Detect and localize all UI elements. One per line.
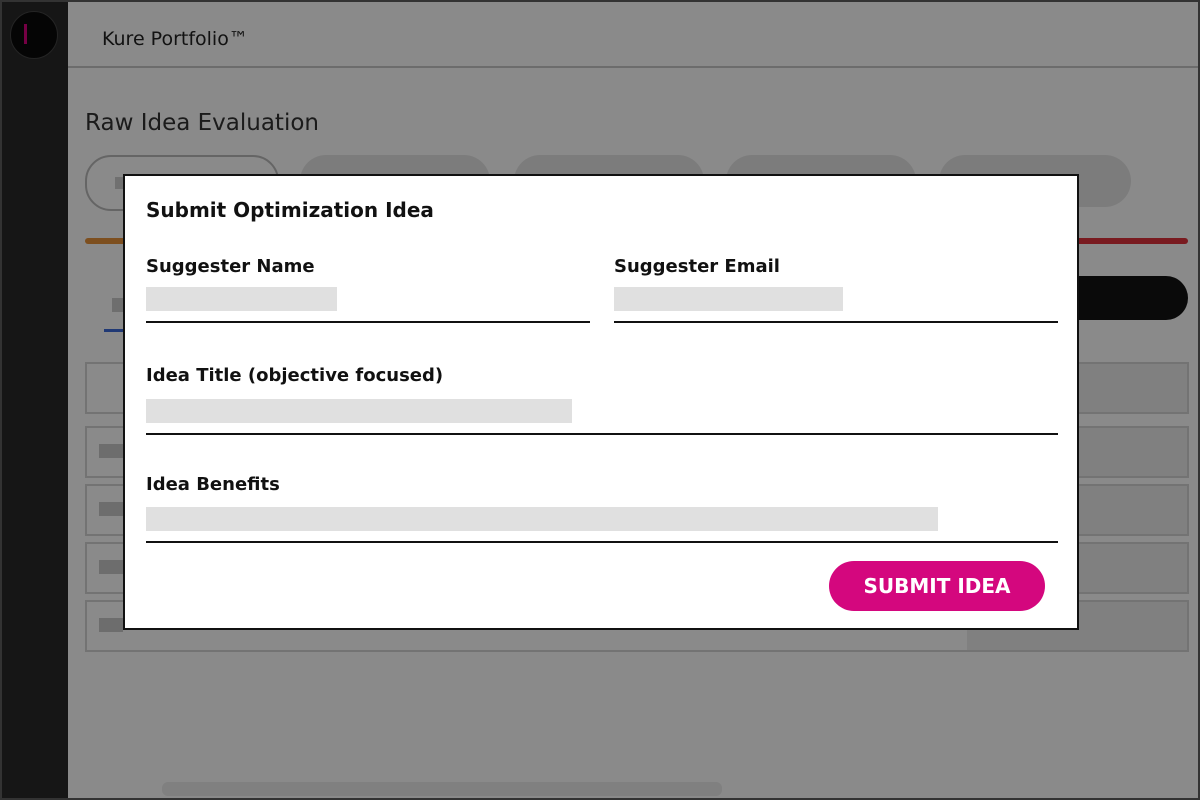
suggester-email-input[interactable]	[614, 287, 843, 311]
idea-benefits-input[interactable]	[146, 507, 938, 531]
app-window: Kure Portfolio™ Raw Idea Evaluation Subm…	[0, 0, 1200, 800]
suggester-email-underline	[614, 321, 1058, 323]
suggester-email-label: Suggester Email	[614, 256, 780, 277]
submit-idea-button[interactable]: SUBMIT IDEA	[829, 561, 1045, 611]
idea-title-input[interactable]	[146, 399, 572, 423]
idea-title-underline	[146, 433, 1058, 435]
idea-title-label: Idea Title (objective focused)	[146, 365, 444, 386]
suggester-name-input[interactable]	[146, 287, 337, 311]
idea-benefits-underline	[146, 541, 1058, 543]
submit-idea-dialog: Submit Optimization Idea Suggester Name …	[123, 174, 1079, 630]
idea-benefits-label: Idea Benefits	[146, 474, 280, 495]
dialog-title: Submit Optimization Idea	[146, 198, 434, 222]
suggester-name-underline	[146, 321, 590, 323]
suggester-name-label: Suggester Name	[146, 256, 315, 277]
